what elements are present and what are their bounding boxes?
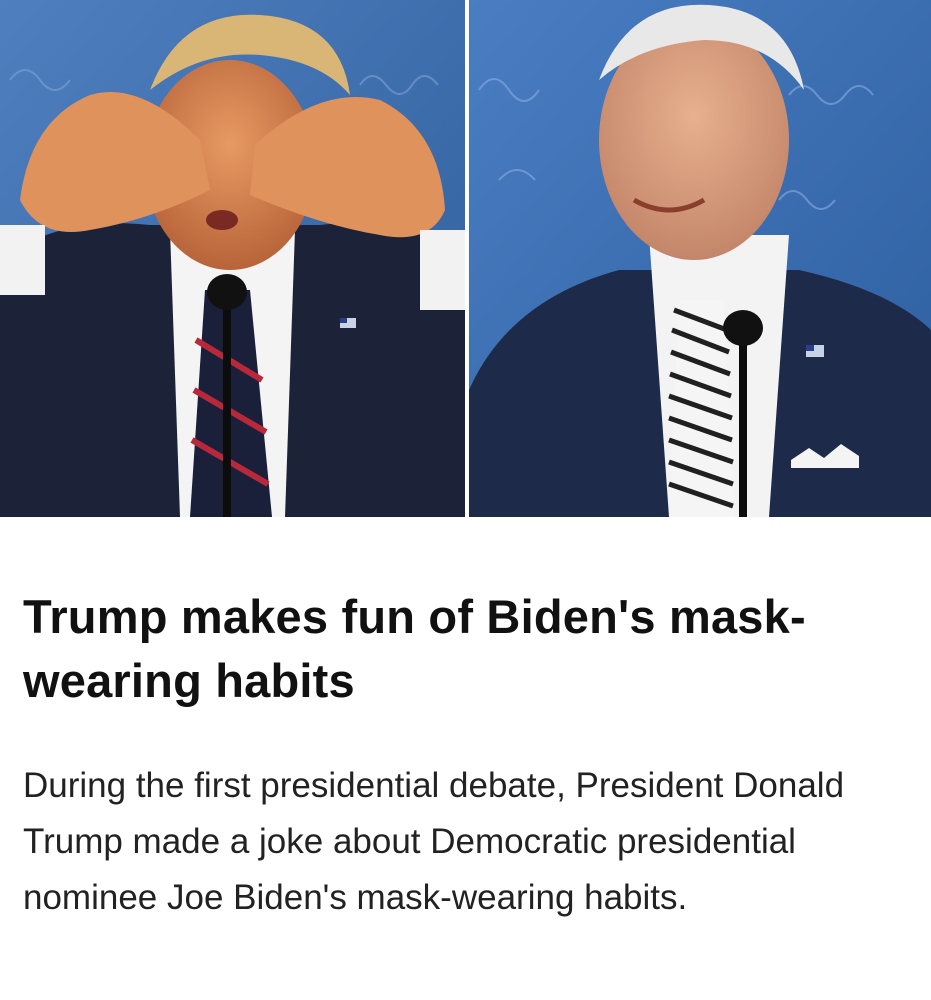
biden-photo <box>469 0 931 517</box>
article-summary: During the first presidential debate, Pr… <box>23 766 845 917</box>
trump-photo <box>0 0 465 517</box>
biden-photo-icon <box>469 0 931 517</box>
article-headline[interactable]: Trump makes fun of Biden's mask-wearing … <box>23 585 903 713</box>
trump-photo-icon <box>0 0 465 517</box>
news-card[interactable]: Trump makes fun of Biden's mask-wearing … <box>0 0 931 1000</box>
hero-image[interactable] <box>0 0 931 517</box>
